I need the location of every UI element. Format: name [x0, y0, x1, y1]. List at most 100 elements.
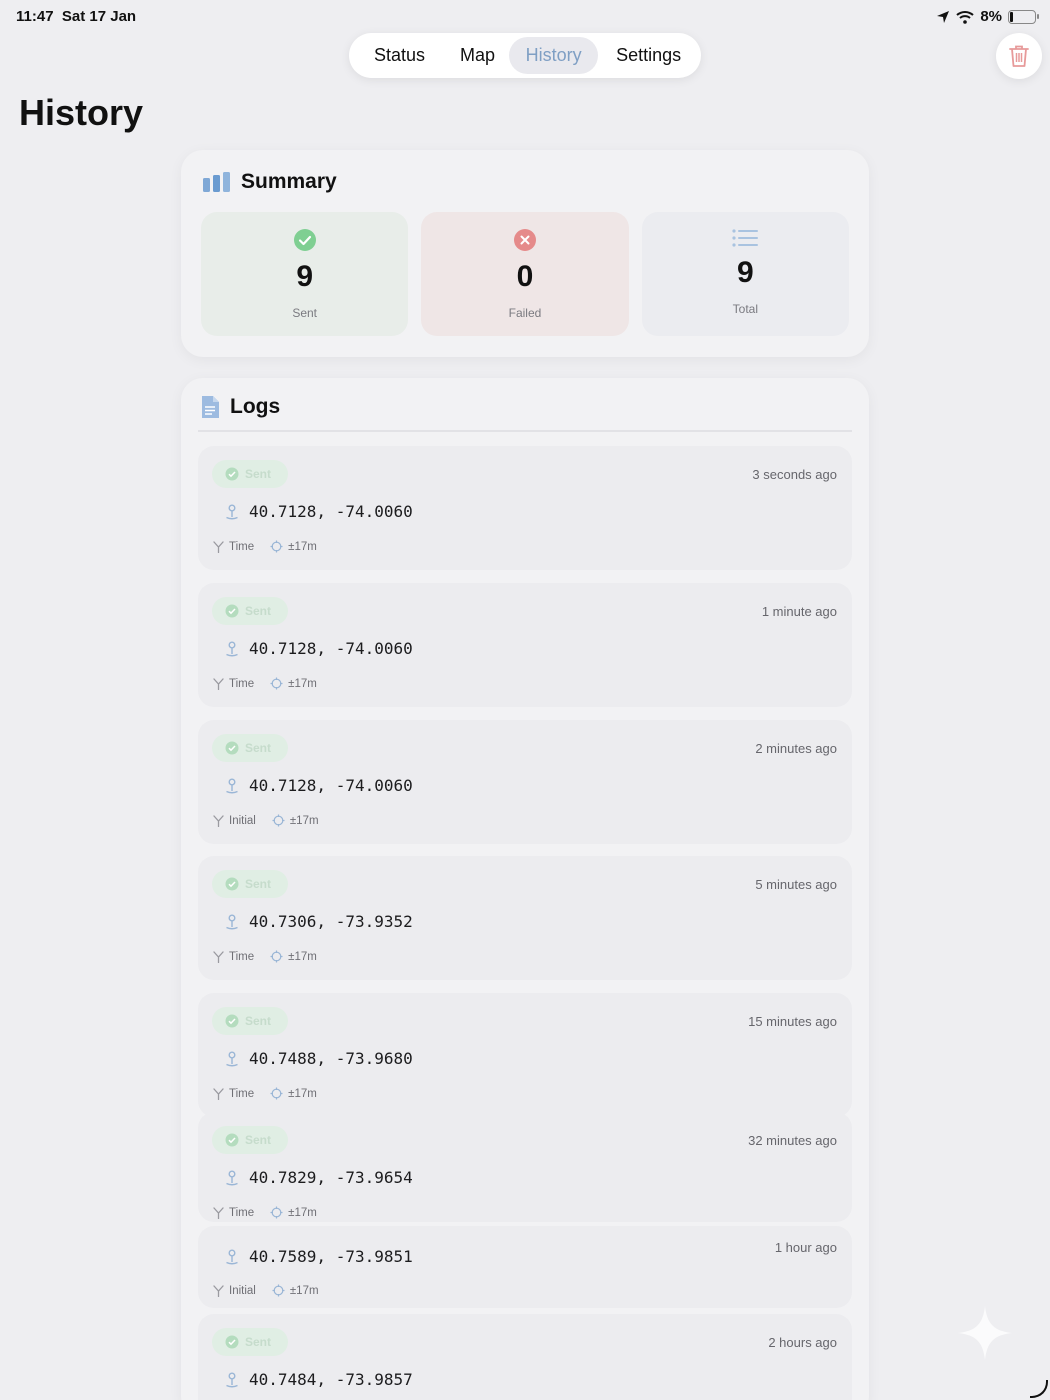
log-entry[interactable]: Sent 5 minutes ago 40.7306, -73.9352 Tim…: [198, 856, 852, 980]
trigger-tag: Time: [213, 951, 254, 963]
location-pin-icon: [226, 1249, 238, 1264]
summary-card: Summary 9 Sent 0 Failed 9 Total: [181, 150, 869, 357]
battery-percent: 8%: [980, 8, 1002, 25]
clear-history-button[interactable]: [996, 33, 1042, 79]
trigger-icon: [213, 814, 224, 827]
log-entry[interactable]: Sent 2 minutes ago 40.7128, -74.0060 Ini…: [198, 720, 852, 844]
accuracy-tag: ±17m: [270, 950, 317, 963]
logs-title: Logs: [230, 395, 281, 418]
stat-total-value: 9: [736, 256, 754, 289]
log-time-ago: 2 minutes ago: [755, 741, 837, 756]
location-pin-icon: [226, 1051, 238, 1066]
trigger-tag: Time: [213, 1207, 254, 1219]
log-entry[interactable]: Sent 2 hours ago 40.7484, -73.9857: [198, 1314, 852, 1400]
log-meta: Initial ±17m: [213, 814, 335, 827]
log-entry[interactable]: Sent 3 seconds ago 40.7128, -74.0060 Tim…: [198, 446, 852, 570]
status-badge: Sent: [212, 460, 288, 488]
trigger-tag: Time: [213, 541, 254, 553]
log-meta: Time ±17m: [213, 540, 333, 553]
log-entry[interactable]: Sent 32 minutes ago 40.7829, -73.9654 Ti…: [198, 1112, 852, 1222]
accuracy-tag: ±17m: [270, 1206, 317, 1219]
location-pin-icon: [226, 914, 238, 929]
stat-failed-label: Failed: [508, 306, 542, 320]
checkmark-circle-icon: [225, 604, 239, 618]
status-time: 11:47 Sat 17 Jan: [16, 8, 137, 25]
log-meta: Time ±17m: [213, 950, 333, 963]
trigger-icon: [213, 1284, 224, 1297]
trash-icon: [1009, 45, 1029, 67]
resize-corner-icon: [1030, 1380, 1048, 1398]
checkmark-circle-icon: [225, 1133, 239, 1147]
log-time-ago: 3 seconds ago: [752, 467, 837, 482]
tab-history[interactable]: History: [509, 37, 599, 74]
location-pin-icon: [226, 504, 238, 519]
tab-status[interactable]: Status: [353, 37, 446, 74]
x-circle-icon: [513, 229, 536, 251]
log-coordinates: 40.7128, -74.0060: [225, 639, 413, 658]
stat-sent: 9 Sent: [201, 212, 409, 336]
log-meta: Time ±17m: [213, 677, 333, 690]
log-entry[interactable]: Sent 15 minutes ago 40.7488, -73.9680 Ti…: [198, 993, 852, 1117]
log-coordinates: 40.7829, -73.9654: [225, 1168, 413, 1187]
trigger-tag: Time: [213, 678, 254, 690]
trigger-tag: Time: [213, 1088, 254, 1100]
stat-sent-label: Sent: [292, 306, 317, 320]
trigger-icon: [213, 1087, 224, 1100]
page-title: History: [19, 92, 144, 133]
status-bar: 11:47 Sat 17 Jan 8%: [0, 0, 1050, 34]
tab-bar: Status Map History Settings: [349, 33, 701, 78]
crosshair-icon: [270, 1087, 283, 1100]
crosshair-icon: [270, 677, 283, 690]
crosshair-icon: [272, 1284, 285, 1297]
status-right: 8%: [936, 8, 1039, 25]
status-badge: Sent: [212, 870, 288, 898]
log-meta: Time ±17m: [213, 1206, 333, 1219]
location-pin-icon: [226, 1372, 238, 1387]
stat-sent-value: 9: [296, 260, 313, 293]
accuracy-tag: ±17m: [272, 1284, 319, 1297]
stat-failed-value: 0: [516, 260, 534, 293]
trigger-icon: [213, 950, 224, 963]
location-pin-icon: [226, 641, 238, 656]
battery-icon: [1008, 9, 1039, 24]
trigger-icon: [213, 1206, 224, 1219]
tab-settings[interactable]: Settings: [600, 37, 697, 74]
log-time-ago: 32 minutes ago: [748, 1133, 837, 1148]
log-time-ago: 2 hours ago: [768, 1335, 837, 1350]
log-time-ago: 5 minutes ago: [755, 877, 837, 892]
crosshair-icon: [270, 1206, 283, 1219]
checkmark-circle-icon: [225, 877, 239, 891]
wifi-icon: [956, 10, 974, 24]
checkmark-circle-icon: [225, 1335, 239, 1349]
location-pin-icon: [226, 778, 238, 793]
log-meta: Initial ±17m: [213, 1284, 335, 1297]
log-time-ago: 1 hour ago: [774, 1240, 837, 1255]
summary-header: Summary: [203, 170, 337, 194]
status-badge: Sent: [212, 734, 288, 762]
checkmark-circle-icon: [225, 741, 239, 755]
tab-map[interactable]: Map: [448, 37, 507, 74]
log-time-ago: 1 minute ago: [761, 604, 837, 619]
stat-failed: 0 Failed: [421, 212, 629, 336]
log-coordinates: 40.7488, -73.9680: [225, 1049, 413, 1068]
checkmark-circle-icon: [225, 467, 239, 481]
logs-divider: [198, 430, 852, 432]
list-icon: [732, 229, 759, 247]
log-coordinates: 40.7484, -73.9857: [225, 1370, 413, 1389]
bar-chart-icon: [203, 172, 230, 192]
log-entry[interactable]: Sent 1 minute ago 40.7128, -74.0060 Time…: [198, 583, 852, 707]
location-arrow-icon: [937, 10, 950, 23]
crosshair-icon: [272, 814, 285, 827]
summary-stats: 9 Sent 0 Failed 9 Total: [201, 212, 849, 336]
accuracy-tag: ±17m: [272, 814, 319, 827]
document-icon: [202, 396, 219, 418]
log-entry[interactable]: 1 hour ago 40.7589, -73.9851 Initial ±17…: [198, 1226, 852, 1308]
checkmark-circle-icon: [225, 1014, 239, 1028]
location-pin-icon: [226, 1170, 238, 1185]
sparkle-icon: [958, 1306, 1012, 1360]
log-coordinates: 40.7589, -73.9851: [225, 1247, 413, 1266]
status-badge: Sent: [212, 1328, 288, 1356]
log-coordinates: 40.7128, -74.0060: [225, 776, 413, 795]
status-badge: Sent: [212, 1126, 288, 1154]
logs-header: Logs: [200, 395, 280, 419]
